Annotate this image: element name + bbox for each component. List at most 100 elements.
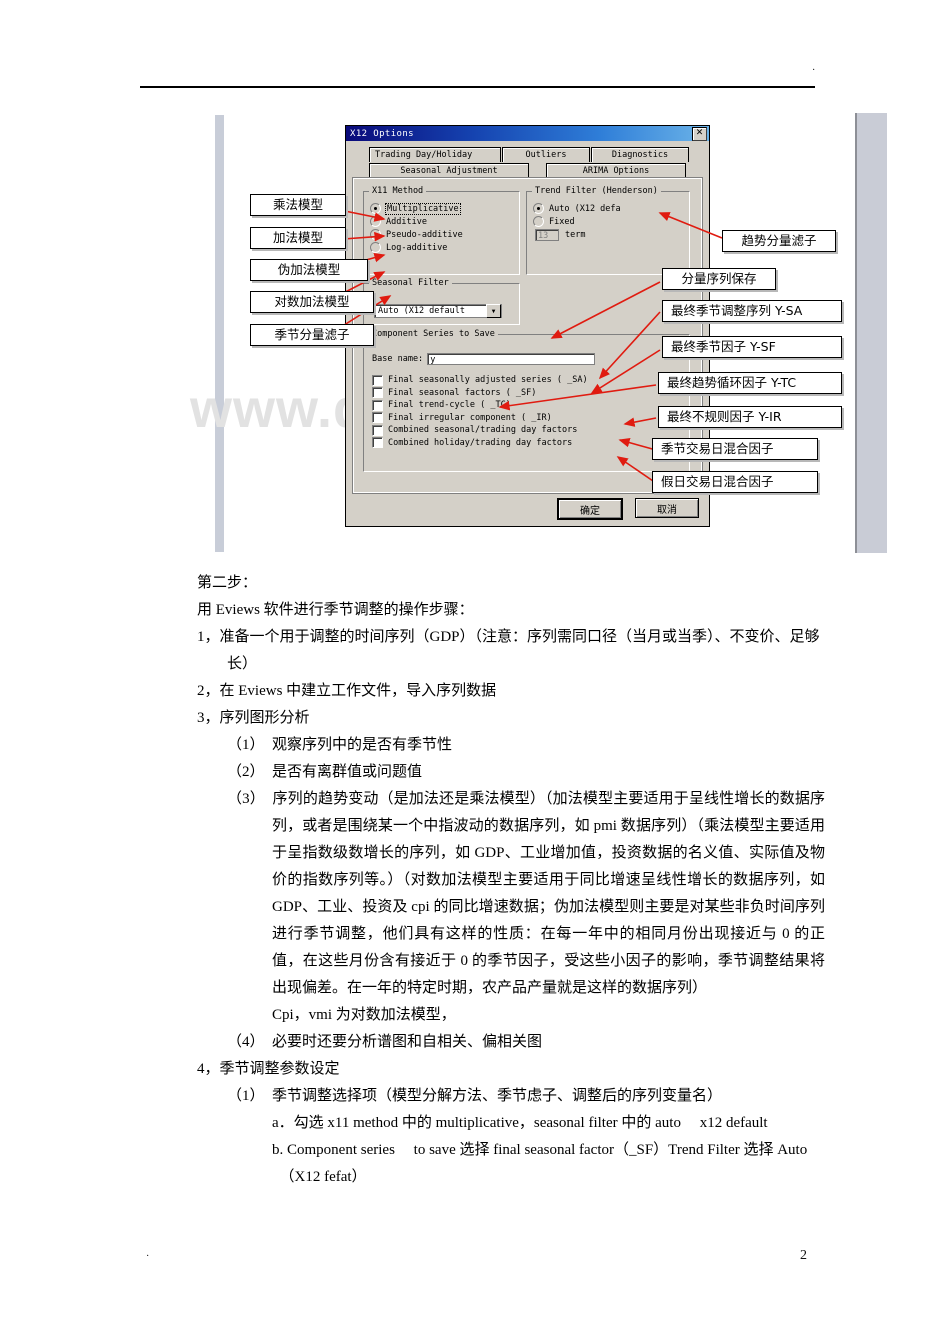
checkbox-label-combined-seasonal-td: Combined seasonal/trading day factors	[388, 425, 578, 435]
checkbox-label-final-sf: Final seasonal factors ( _SF)	[388, 387, 537, 398]
right-margin-bar	[855, 113, 887, 553]
checkbox-label-final-tc: Final trend-cycle ( _TC)	[388, 400, 511, 410]
checkbox-icon-final-sf	[372, 387, 383, 398]
radio-log-additive[interactable]: Log-additive	[370, 242, 519, 253]
checkbox-label-final-ir: Final irregular component ( _IR)	[388, 412, 552, 423]
component-series-group: Component Series to Save Base name: y Fi…	[363, 329, 690, 472]
radio-label-multiplicative: Multiplicative	[385, 202, 461, 215]
radio-label-log-additive: Log-additive	[386, 242, 448, 253]
ok-button[interactable]: 确定	[557, 498, 623, 520]
radio-icon-multiplicative	[370, 203, 381, 214]
radio-pseudo-additive[interactable]: Pseudo-additive	[370, 229, 519, 240]
radio-label-fixed: Fixed	[549, 216, 575, 227]
page-number: 2	[800, 1248, 807, 1263]
radio-label-auto: Auto (X12 defa	[549, 203, 621, 214]
close-icon[interactable]: ✕	[692, 126, 707, 141]
doc-line: a．勾选 x11 method 中的 multiplicative，season…	[272, 1115, 768, 1131]
annotation-additive: 加法模型	[250, 227, 346, 250]
doc-line: 4，季节调整参数设定	[197, 1061, 340, 1077]
tab-row-bottom: Seasonal Adjustment ARIMA Options	[369, 163, 702, 178]
x11-method-legend: X11 Method	[369, 186, 427, 196]
radio-icon-log-additive	[370, 242, 381, 253]
dialog-title: X12 Options	[350, 128, 415, 139]
header-rule	[140, 86, 815, 88]
doc-line: b. Component series to save 选择 final sea…	[272, 1142, 808, 1185]
document-body: 第二步： 用 Eviews 软件进行季节调整的操作步骤： 1，准备一个用于调整的时间…	[197, 570, 825, 1191]
x12-options-dialog: X12 Options ✕ Trading Day/Holiday Outlie…	[345, 125, 710, 527]
radio-fixed[interactable]: Fixed	[533, 216, 689, 227]
annotation-final-tc: 最终趋势循环因子 Y-TC	[658, 372, 842, 395]
left-margin-bar	[215, 115, 224, 552]
seasonal-filter-select[interactable]: Auto (X12 default ▼	[374, 304, 502, 318]
radio-label-pseudo-additive: Pseudo-additive	[386, 229, 463, 240]
radio-multiplicative[interactable]: Multiplicative	[370, 202, 519, 215]
doc-line: （1） 观察序列中的是否有季节性	[227, 737, 453, 753]
checkbox-icon-combined-seasonal-td	[372, 424, 383, 436]
doc-line: 用 Eviews 软件进行季节调整的操作步骤：	[197, 602, 474, 618]
term-input[interactable]: 13	[535, 229, 559, 241]
checkbox-icon-combined-holiday-td	[372, 437, 383, 448]
doc-line: 3，序列图形分析	[197, 710, 310, 726]
checkbox-combined-seasonal-td[interactable]: Combined seasonal/trading day factors	[372, 424, 588, 436]
radio-icon-auto	[533, 203, 544, 214]
checkbox-icon-final-ir	[372, 412, 383, 423]
checkbox-final-sa[interactable]: Final seasonally adjusted series ( _SA)	[372, 374, 588, 386]
tab-outliers[interactable]: Outliers	[502, 147, 590, 162]
checkbox-label-combined-holiday-td: Combined holiday/trading day factors	[388, 437, 573, 448]
annotation-final-sa: 最终季节调整序列 Y-SA	[662, 300, 842, 323]
base-name-input[interactable]: y	[427, 353, 596, 365]
annotation-multiplicative: 乘法模型	[250, 194, 346, 217]
doc-line: （4） 必要时还要分析谱图和自相关、偏相关图	[227, 1034, 543, 1050]
dialog-body: Trading Day/Holiday Outliers Diagnostics…	[346, 141, 709, 526]
term-label: term	[565, 230, 586, 240]
annotation-log-additive: 对数加法模型	[250, 291, 374, 314]
checkbox-icon-final-sa	[372, 374, 383, 386]
doc-line: Cpi，vmi 为对数加法模型，	[272, 1007, 456, 1023]
doc-line: （1） 季节调整选择项（模型分解方法、季节虑子、调整后的序列变量名）	[227, 1088, 723, 1104]
radio-label-additive: Additive	[386, 216, 427, 227]
tab-arima-options[interactable]: ARIMA Options	[546, 163, 686, 178]
annotation-final-ir: 最终不规则因子 Y-IR	[658, 406, 842, 429]
cancel-button[interactable]: 取消	[635, 498, 699, 518]
doc-line: 2，在 Eviews 中建立工作文件，导入序列数据	[197, 683, 497, 699]
base-name-row: Base name: y	[372, 353, 596, 365]
seasonal-filter-group: Seasonal Filter Auto (X12 default ▼	[363, 278, 520, 325]
dialog-title-bar[interactable]: X12 Options ✕	[346, 126, 709, 141]
checkbox-icon-final-tc	[372, 399, 383, 411]
trend-filter-legend: Trend Filter (Henderson)	[532, 186, 661, 196]
annotation-seasonal-filter: 季节分量滤子	[250, 324, 374, 347]
radio-icon-additive	[370, 216, 381, 227]
seasonal-filter-value: Auto (X12 default	[378, 306, 465, 316]
base-name-label: Base name:	[372, 354, 424, 364]
dialog-button-row: 确定 取消	[557, 498, 699, 520]
annotation-component-save: 分量序列保存	[662, 268, 776, 291]
checkbox-final-sf[interactable]: Final seasonal factors ( _SF)	[372, 387, 588, 398]
radio-icon-fixed	[533, 216, 544, 227]
checkbox-combined-holiday-td[interactable]: Combined holiday/trading day factors	[372, 437, 588, 448]
annotation-pseudo-additive: 伪加法模型	[250, 259, 368, 282]
annotation-combined-holiday-td: 假日交易日混合因子	[652, 471, 818, 494]
seasonal-adjustment-panel: X11 Method Multiplicative Additive Pseud…	[353, 178, 702, 493]
checkbox-final-ir[interactable]: Final irregular component ( _IR)	[372, 412, 588, 423]
seasonal-filter-legend: Seasonal Filter	[369, 278, 452, 288]
checkbox-label-final-sa: Final seasonally adjusted series ( _SA)	[388, 375, 588, 385]
term-row: 13 term	[535, 229, 689, 241]
doc-line: （3） 序列的趋势变动（是加法还是乘法模型）（加法模型主要适用于呈线性增长的数据…	[227, 791, 825, 996]
radio-additive[interactable]: Additive	[370, 216, 519, 227]
tab-seasonal-adjustment[interactable]: Seasonal Adjustment	[369, 163, 529, 178]
checkbox-final-tc[interactable]: Final trend-cycle ( _TC)	[372, 399, 588, 411]
tab-row-top: Trading Day/Holiday Outliers Diagnostics	[369, 147, 702, 162]
chevron-down-icon[interactable]: ▼	[486, 304, 501, 318]
doc-line: 第二步：	[197, 575, 258, 591]
annotation-combined-seasonal-td: 季节交易日混合因子	[652, 438, 818, 461]
tab-trading-day-holiday[interactable]: Trading Day/Holiday	[369, 147, 501, 162]
annotation-trend-filter: 趋势分量滤子	[722, 230, 836, 253]
tab-diagnostics[interactable]: Diagnostics	[591, 147, 689, 162]
x11-method-group: X11 Method Multiplicative Additive Pseud…	[363, 186, 520, 275]
footer-mark: ·	[146, 1251, 150, 1262]
doc-line: （2） 是否有离群值或问题值	[227, 764, 423, 780]
component-series-legend: Component Series to Save	[369, 329, 498, 339]
radio-auto-x12-default[interactable]: Auto (X12 defa	[533, 203, 689, 214]
header-mark: ·	[812, 65, 816, 76]
annotation-final-sf: 最终季节因子 Y-SF	[662, 336, 842, 359]
